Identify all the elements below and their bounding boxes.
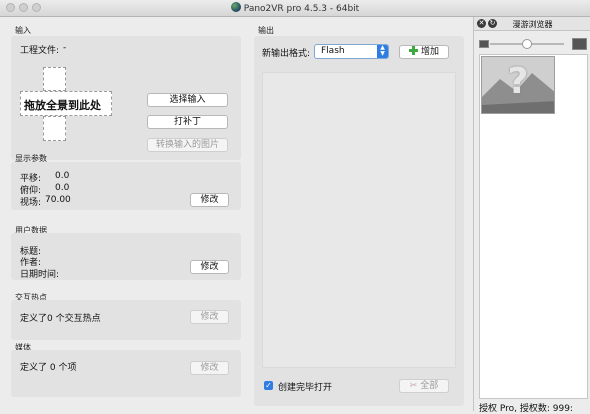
tilt-value: 0.0 [55, 183, 70, 193]
tour-browser-title: 漫游浏览器 [512, 20, 553, 29]
build-all-label: 全部 [420, 381, 439, 391]
cube-face-top [43, 67, 66, 91]
media-panel: 定义了 0 个项 修改 [11, 350, 241, 397]
media-modify-button[interactable]: 修改 [190, 361, 229, 375]
open-after-create-label: 创建完毕打开 [278, 383, 333, 393]
tour-browser-header: ✕ ↻ 漫游浏览器 [474, 17, 590, 31]
title-bar: Pano2VR pro 4.5.3 - 64bit [0, 0, 590, 17]
output-list[interactable] [262, 72, 456, 368]
output-format-select[interactable]: Flash ▲ ▼ [314, 44, 389, 59]
plus-icon [408, 46, 418, 55]
hotspots-panel: 定义了0 个交互热点 修改 [11, 300, 241, 340]
main-area: 输入 工程文件: - 拖放全景到此处 选择输入 打补丁 转换输入的图片 显示参数… [0, 17, 472, 411]
output-section-title: 输出 [258, 26, 274, 35]
tour-browser-panel: ✕ ↻ 漫游浏览器 ? 授权 Pro, 授权数: 999: [473, 17, 590, 414]
open-after-create-checkbox[interactable]: ✓ [264, 381, 273, 390]
media-summary: 定义了 0 个项 [20, 363, 77, 373]
build-all-icon: ✂ [409, 381, 418, 391]
input-panel: 工程文件: - 拖放全景到此处 选择输入 打补丁 转换输入的图片 [11, 36, 241, 160]
license-status: 授权 Pro, 授权数: 999: [479, 404, 573, 414]
fov-value: 70.00 [45, 195, 71, 205]
small-thumbnail-icon [479, 40, 489, 48]
display-modify-button[interactable]: 修改 [190, 193, 229, 207]
build-all-button[interactable]: ✂ 全部 [399, 379, 449, 393]
userdata-panel: 标题: 作者: 日期时间: 修改 [11, 233, 241, 280]
fov-label: 视场: [20, 198, 42, 208]
project-file-value: - [63, 43, 67, 53]
panorama-thumbnail[interactable]: ? [481, 56, 555, 114]
window-title-text: Pano2VR pro 4.5.3 - 64bit [243, 4, 360, 14]
output-panel: 新输出格式: Flash ▲ ▼ 增加 ✓ 创建完毕打开 ✂ 全部 [254, 36, 464, 406]
userdata-modify-button[interactable]: 修改 [190, 260, 229, 274]
large-thumbnail-icon [572, 38, 587, 50]
hotspots-modify-button[interactable]: 修改 [190, 310, 229, 324]
panorama-drop-zone[interactable]: 拖放全景到此处 [20, 67, 112, 141]
drop-zone-text: 拖放全景到此处 [24, 99, 101, 112]
add-output-button[interactable]: 增加 [399, 45, 449, 59]
select-input-button[interactable]: 选择输入 [147, 93, 228, 107]
convert-input-button[interactable]: 转换输入的图片 [147, 138, 228, 152]
select-arrows-icon: ▲ ▼ [377, 45, 388, 58]
pan-value: 0.0 [55, 171, 70, 181]
project-file-label: 工程文件: [20, 46, 60, 56]
window-title: Pano2VR pro 4.5.3 - 64bit [0, 2, 590, 14]
cube-face-bottom [43, 116, 66, 141]
app-icon [230, 2, 241, 12]
panorama-list[interactable]: ? [479, 54, 588, 399]
patch-button[interactable]: 打补丁 [147, 115, 228, 129]
output-format-value: Flash [321, 46, 345, 56]
display-panel: 平移: 0.0 俯仰: 0.0 视场: 70.00 修改 [11, 162, 241, 210]
add-output-label: 增加 [420, 47, 439, 57]
slider-knob[interactable] [522, 39, 532, 49]
output-format-label: 新输出格式: [262, 49, 311, 59]
question-mark-icon: ? [507, 61, 529, 102]
hotspots-summary: 定义了0 个交互热点 [20, 314, 101, 324]
input-section-title: 输入 [15, 26, 31, 35]
datetime-label: 日期时间: [20, 270, 60, 280]
